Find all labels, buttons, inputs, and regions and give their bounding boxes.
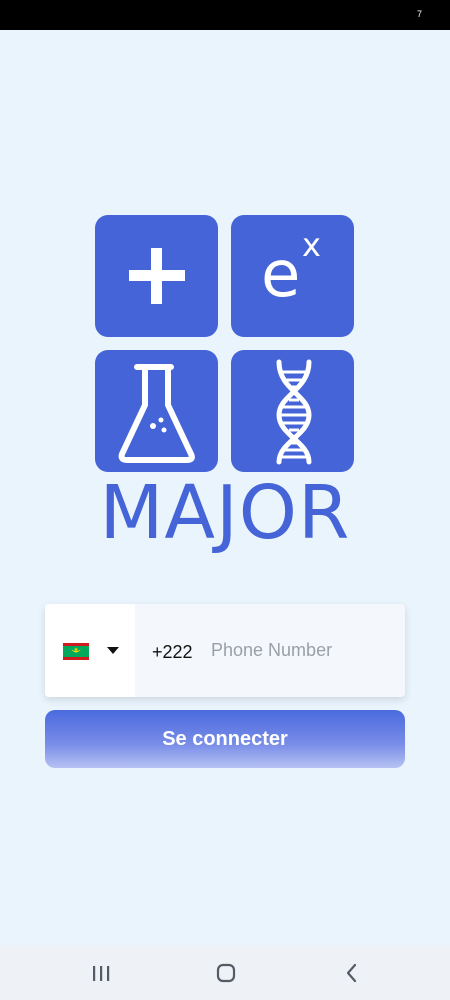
home-icon (216, 963, 236, 983)
system-nav-bar (0, 945, 450, 1000)
recents-icon (93, 966, 110, 981)
app-logo: e x MAJOR (95, 215, 355, 555)
country-code-selector[interactable] (45, 604, 135, 697)
plus-icon (129, 248, 185, 304)
dial-code: +222 (152, 642, 193, 662)
exponent-power: x (302, 226, 321, 264)
status-bar: 7 (0, 0, 450, 30)
login-button[interactable]: Se connecter (45, 710, 405, 768)
phone-field-container: +222 (45, 604, 405, 697)
recents-button[interactable] (86, 959, 116, 987)
mauritania-flag-icon (63, 643, 89, 660)
logo-tile-math (95, 215, 218, 337)
home-button[interactable] (211, 959, 241, 987)
dna-icon (276, 359, 312, 465)
brand-name: MAJOR (99, 470, 351, 556)
back-button[interactable] (337, 959, 367, 987)
flask-icon (118, 364, 195, 463)
chevron-down-icon (107, 647, 119, 654)
logo-tile-exponent: e x (231, 215, 354, 337)
back-icon (346, 963, 357, 983)
logo-tile-biology (231, 350, 354, 472)
status-indicator: 7 (416, 9, 422, 19)
exponent-base: e (261, 238, 301, 312)
logo-tile-chemistry (95, 350, 218, 472)
phone-number-input[interactable] (205, 632, 405, 668)
